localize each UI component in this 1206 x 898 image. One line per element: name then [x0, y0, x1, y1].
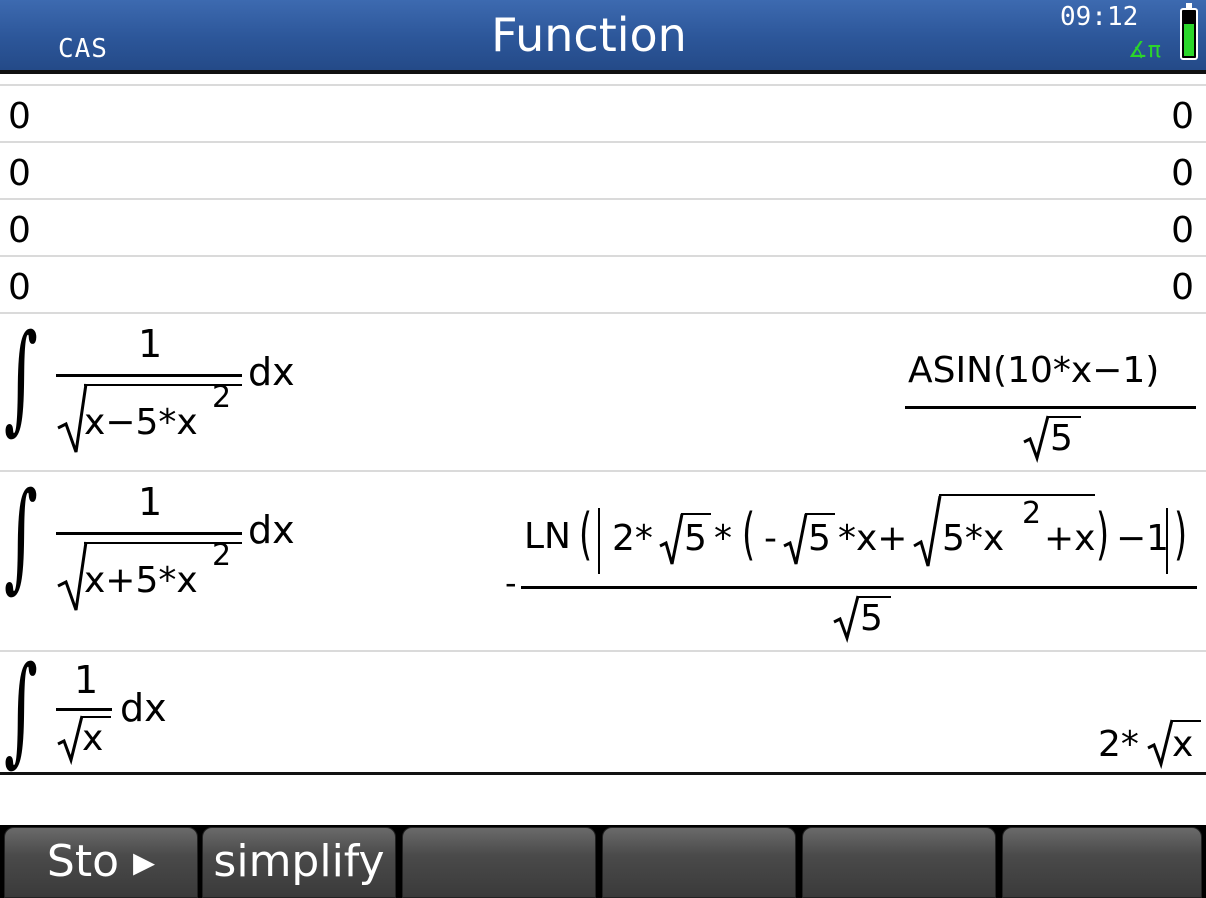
close-paren: ) — [1096, 502, 1110, 567]
title-divider — [0, 70, 1206, 74]
open-paren: ( — [742, 502, 756, 567]
soft-menu-bar: Sto ▸ simplify — [0, 825, 1206, 898]
fraction-bar — [56, 374, 242, 377]
result-numerator: ASIN(10*x−1) — [908, 350, 1160, 391]
sto-menu-key[interactable]: Sto ▸ — [4, 827, 198, 898]
calculator-screen: CAS Function 09:12 ∡π 0 0 0 0 0 0 0 0 ∫ … — [0, 0, 1206, 898]
empty-menu-key-5[interactable] — [802, 827, 996, 898]
angle-mode-indicator: ∡π — [1128, 38, 1161, 63]
result-coefficient: 2* — [1098, 724, 1139, 765]
result-denominator: 5 — [860, 598, 883, 639]
history-input: 0 — [8, 210, 31, 251]
result-sqrt5b: 5 — [808, 518, 831, 559]
radical-icon — [57, 715, 84, 766]
result-neg: - — [764, 518, 777, 559]
integral-sign: ∫ — [4, 640, 38, 778]
integrand-exponent: 2 — [212, 380, 232, 415]
differential: dx — [120, 686, 167, 730]
integrand-radicand: x−5*x — [84, 402, 198, 443]
abs-bar-left — [598, 508, 600, 574]
app-title: Function — [491, 8, 687, 62]
radical-icon — [783, 513, 808, 565]
integrand-numerator: 1 — [138, 322, 163, 366]
result-sign: - — [505, 564, 517, 602]
result-fraction-bar — [905, 406, 1196, 409]
integral-sign: ∫ — [4, 466, 38, 604]
result-denominator: 5 — [1050, 418, 1073, 459]
cas-history[interactable]: 0 0 0 0 0 0 0 0 ∫ 1 x−5*x 2 dx ASIN(10*x… — [0, 84, 1206, 770]
history-output: 0 — [1171, 96, 1194, 137]
abs-bar-right — [1166, 508, 1168, 574]
radical-bar — [805, 513, 835, 515]
history-input: 0 — [8, 96, 31, 137]
radical-icon — [57, 383, 88, 453]
history-entry[interactable]: ∫ 1 x+5*x 2 dx - LN ( 2* 5 * ( - 5 *x+ 5… — [0, 470, 1206, 650]
open-paren: ( — [579, 502, 593, 567]
radical-bar — [1171, 720, 1201, 722]
radical-icon — [1023, 415, 1050, 463]
result-ln: LN — [524, 516, 571, 557]
integrand-radicand: x+5*x — [84, 560, 198, 601]
history-output: 0 — [1171, 210, 1194, 251]
result-inner-exponent: 2 — [1022, 496, 1042, 531]
clock: 09:12 — [1060, 2, 1139, 32]
sto-menu-key-label: Sto ▸ — [46, 836, 156, 887]
simplify-menu-key-label: simplify — [213, 836, 385, 887]
radical-icon — [57, 541, 88, 611]
battery-icon — [1180, 3, 1198, 60]
integrand-exponent: 2 — [212, 538, 232, 573]
radical-bar — [681, 513, 711, 515]
history-input: 0 — [8, 267, 31, 308]
differential: dx — [248, 350, 295, 394]
integral-sign: ∫ — [4, 308, 38, 446]
history-entry[interactable]: 0 0 — [0, 84, 1206, 141]
empty-menu-key-6[interactable] — [1002, 827, 1202, 898]
history-entry[interactable]: 0 0 — [0, 141, 1206, 198]
history-entry[interactable]: 0 0 — [0, 198, 1206, 255]
radical-icon — [913, 495, 942, 567]
title-bar: CAS Function 09:12 ∡π — [0, 0, 1206, 70]
result-part1: 2* — [612, 518, 653, 559]
integrand-numerator: 1 — [138, 480, 163, 524]
history-output: 0 — [1171, 153, 1194, 194]
history-entry[interactable]: ∫ 1 x dx 2* x — [0, 650, 1206, 770]
battery-level-fill — [1184, 24, 1194, 56]
history-entry[interactable]: 0 0 — [0, 255, 1206, 312]
fraction-bar — [56, 532, 242, 535]
result-part4: −1 — [1116, 518, 1170, 559]
radical-icon — [833, 595, 860, 643]
result-radicand: x — [1172, 724, 1194, 765]
history-output: 0 — [1171, 267, 1194, 308]
fraction-bar — [56, 708, 112, 711]
history-entry[interactable]: ∫ 1 x−5*x 2 dx ASIN(10*x−1) 5 — [0, 312, 1206, 470]
differential: dx — [248, 508, 295, 552]
radical-icon — [1147, 719, 1174, 770]
result-inner-radicand: 5*x — [942, 518, 1005, 559]
integrand-radicand: x — [82, 718, 104, 759]
radical-bar — [939, 494, 1095, 496]
close-paren: ) — [1174, 502, 1188, 567]
result-part3: *x+ — [838, 518, 908, 559]
empty-menu-key-4[interactable] — [602, 827, 796, 898]
result-sqrt5: 5 — [684, 518, 707, 559]
result-inner-tail: +x — [1044, 518, 1096, 559]
radical-icon — [659, 513, 684, 565]
command-entry-line[interactable] — [0, 775, 1206, 825]
result-fraction-bar — [521, 586, 1197, 589]
empty-menu-key-3[interactable] — [402, 827, 596, 898]
result-part2: * — [714, 518, 732, 559]
integrand-numerator: 1 — [74, 658, 99, 702]
history-input: 0 — [8, 153, 31, 194]
simplify-menu-key[interactable]: simplify — [202, 827, 396, 898]
